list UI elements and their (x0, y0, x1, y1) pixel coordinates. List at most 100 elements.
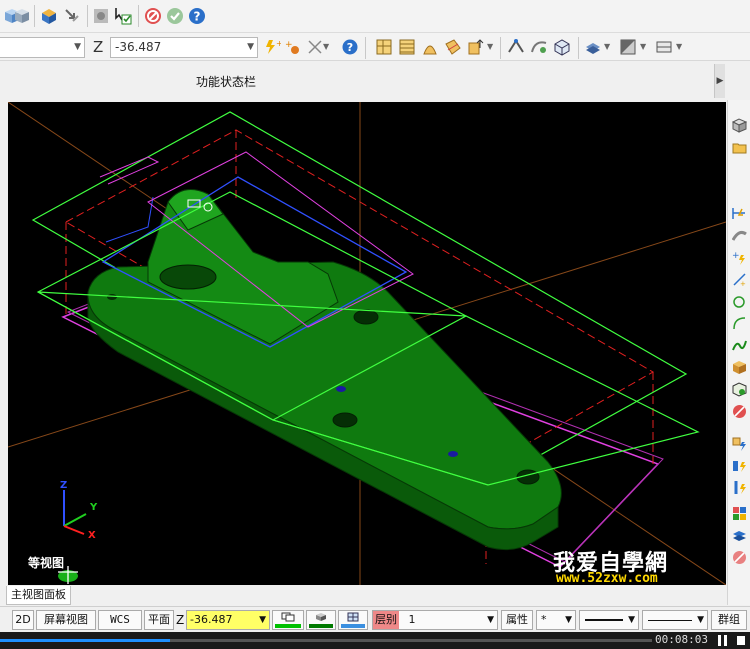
point-gear-icon[interactable]: + (284, 38, 302, 56)
screen-view-button[interactable]: 屏幕视图 (36, 610, 96, 630)
part-hole (332, 412, 358, 428)
cross-delete-icon[interactable] (306, 38, 324, 56)
select-check-icon[interactable] (113, 6, 133, 26)
lightning-point-icon[interactable]: + (263, 38, 281, 56)
grid-frame-icon[interactable] (375, 38, 393, 56)
group-button[interactable]: 群组 (711, 610, 747, 630)
help-icon[interactable]: ? (187, 6, 207, 26)
line-color-button[interactable] (272, 610, 304, 630)
left-dock-strip (0, 102, 8, 585)
tab-main-view-panel[interactable]: 主视图面板 (6, 586, 71, 605)
toolbar-row-1: ? (0, 0, 750, 33)
layer-stack-icon[interactable] (584, 38, 602, 56)
z-axis-label: Z (60, 480, 67, 491)
surface-color-button[interactable] (338, 610, 368, 630)
z-depth-value: -36.487 (115, 40, 162, 54)
dimension-line-icon[interactable] (732, 206, 747, 221)
dimension-tool-icon[interactable] (507, 38, 525, 56)
part-hole-small (336, 386, 346, 392)
line-tool-icon[interactable]: + (732, 272, 747, 287)
chevron-down-icon: ▼ (487, 615, 494, 625)
asterisk-point-icon: * (541, 613, 547, 626)
solid-cube-icon (316, 613, 326, 621)
shading-icon[interactable] (619, 38, 637, 56)
spline-tool-icon[interactable] (732, 338, 747, 353)
wcs-button[interactable]: WCS (98, 610, 142, 630)
sweep-surface-icon[interactable] (444, 38, 462, 56)
plane-view-icon[interactable] (655, 38, 673, 56)
chevron-down-icon: ▼ (628, 615, 635, 625)
plane-button[interactable]: 平面 (144, 610, 174, 630)
chevron-down-icon: ▼ (565, 615, 572, 625)
svg-text:+: + (276, 39, 281, 48)
line-width-sample (648, 620, 692, 621)
chevron-down-icon[interactable]: ▼ (487, 42, 493, 51)
wire-solid-icon[interactable] (732, 382, 747, 397)
box-solid-icon[interactable] (732, 360, 747, 375)
chevron-down-icon[interactable]: ▼ (604, 42, 610, 51)
folder-open-icon[interactable] (732, 140, 747, 155)
coordinate-combo[interactable]: ▼ (0, 37, 85, 58)
attributes-button[interactable]: 属性 (501, 610, 533, 630)
graphics-viewport[interactable]: Z Y X 等视图 我爱自學網 www.52zxw.com (8, 102, 726, 585)
cancel-icon[interactable] (143, 6, 163, 26)
toolpath-2d-icon[interactable] (732, 436, 747, 451)
solid-cube-icon[interactable] (12, 6, 32, 26)
grid-surface-icon (347, 612, 359, 622)
x-axis-label: X (88, 530, 96, 538)
chevron-down-icon[interactable]: ▼ (640, 42, 646, 51)
stop-icon[interactable] (737, 636, 745, 645)
layer-combo[interactable]: 层别 1 ▼ (372, 610, 498, 630)
verify-icon[interactable] (92, 6, 112, 26)
chevron-down-icon: ▼ (697, 615, 704, 625)
cancel-icon[interactable] (732, 404, 747, 419)
pointer-arrow-icon[interactable] (62, 6, 82, 26)
chevron-down-icon[interactable]: ▼ (676, 42, 682, 51)
svg-text:+: + (732, 251, 740, 261)
part-hole (353, 309, 379, 325)
point-lightning-icon[interactable]: + (732, 250, 747, 265)
analyze-icon[interactable] (39, 6, 59, 26)
toolpath-drill-icon[interactable] (732, 480, 747, 495)
line-style-sample (585, 619, 623, 621)
z-depth-combo[interactable]: -36.487 ▼ (110, 37, 258, 58)
pause-icon[interactable] (718, 635, 728, 646)
panel-expand-button[interactable]: ▶ (714, 64, 725, 98)
ok-check-icon[interactable] (165, 6, 185, 26)
point-style-combo[interactable]: * ▼ (536, 610, 576, 630)
x-axis (63, 525, 85, 535)
function-status-label: 功能状态栏 (196, 75, 257, 89)
mode-2d-button[interactable]: 2D (12, 610, 34, 630)
part-hole-small (107, 294, 117, 300)
part-slot (159, 264, 217, 290)
circle-tool-icon[interactable] (732, 294, 747, 309)
svg-text:+: + (740, 280, 746, 287)
watermark-url: www.52zxw.com (556, 571, 658, 585)
wireframe-cube-icon[interactable] (553, 38, 571, 56)
line-width-combo[interactable]: ▼ (642, 610, 708, 630)
function-status-bar: 功能状态栏 (0, 62, 725, 100)
status-bar: 2D 屏幕视图 WCS 平面 Z -36.487 ▼ 层别 1 ▼ 属性 * ▼ (0, 606, 750, 632)
extrude-icon[interactable] (466, 38, 484, 56)
toolpath-mill-icon[interactable] (732, 458, 747, 473)
analyze-shape-icon[interactable] (530, 38, 548, 56)
viewport-tab-row: 主视图面板 (0, 585, 727, 606)
line-color-icon (281, 612, 295, 622)
help-icon[interactable]: ? (341, 38, 359, 56)
arc-tool-icon[interactable] (732, 316, 747, 331)
surface-tool-icon[interactable] (732, 228, 747, 243)
status-z-combo[interactable]: -36.487 ▼ (186, 610, 270, 630)
layers-stack-icon[interactable] (732, 528, 747, 543)
line-style-combo[interactable]: ▼ (579, 610, 639, 630)
cancel-icon[interactable] (732, 550, 747, 565)
stack-frame-icon[interactable] (398, 38, 416, 56)
cube-view-icon[interactable] (732, 118, 747, 133)
revolve-surface-icon[interactable] (421, 38, 439, 56)
solid-color-button[interactable] (306, 610, 336, 630)
chevron-down-icon: ▼ (74, 42, 81, 52)
chevron-down-icon[interactable]: ▼ (323, 42, 329, 51)
tool-library-icon[interactable] (732, 506, 747, 521)
model-canvas[interactable] (8, 102, 726, 585)
chevron-down-icon: ▼ (247, 42, 254, 52)
part-hole-small (448, 451, 458, 457)
